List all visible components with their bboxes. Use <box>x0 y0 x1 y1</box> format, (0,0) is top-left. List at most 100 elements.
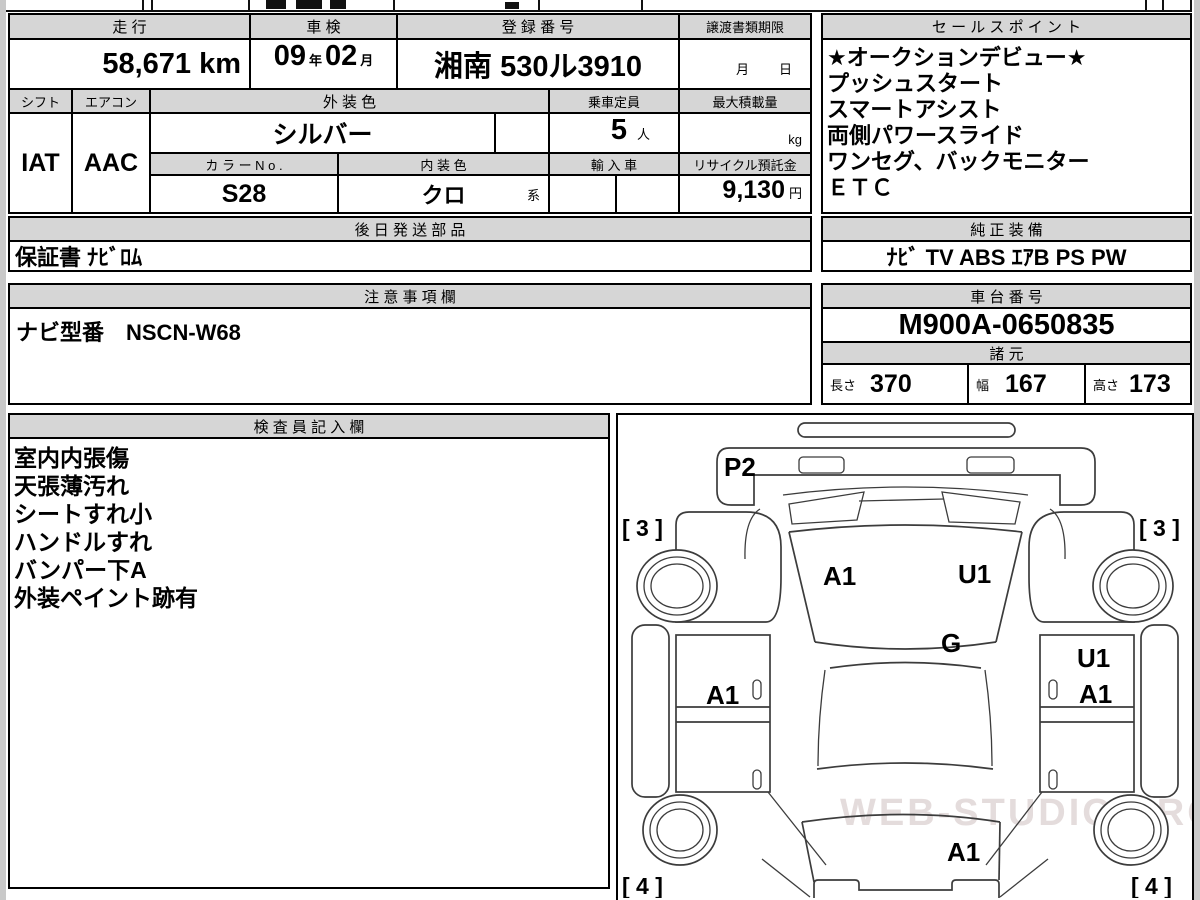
recycle-deposit-cell: 9,130 円 <box>678 174 812 214</box>
max-load-unit: kg <box>788 132 802 147</box>
spec-length-cell: 長さ 370 <box>821 363 969 405</box>
roof-front-arc <box>829 661 982 669</box>
import-header: 輸 入 車 <box>548 152 680 176</box>
recycle-deposit-unit: 円 <box>788 186 802 201</box>
interior-color-value: クロ <box>421 183 466 208</box>
rear-hatch-left-edge <box>801 821 815 883</box>
max-load-header: 最大積載量 <box>678 88 812 114</box>
right-door-handle-front <box>1048 679 1058 700</box>
right-door-handle-rear <box>1048 769 1058 790</box>
hood-left-mark: A1 <box>823 561 856 591</box>
inspector-notes-box: 室内内張傷 天張薄汚れ シートすれ小 ハンドルすれ バンパー下A 外装ペイント跡… <box>8 437 610 889</box>
recycle-deposit-header: リサイクル預託金 <box>678 152 812 176</box>
color-no-value: S28 <box>149 174 339 214</box>
sales-point: ワンセグ、バックモニター <box>827 149 1090 174</box>
shift-value: IAT <box>8 112 73 214</box>
spec-length-label: 長さ <box>830 377 857 393</box>
spec-height-label: 高さ <box>1093 377 1120 393</box>
rear-mark: A1 <box>947 837 980 867</box>
auction-sheet: 走 行 車 検 登 録 番 号 譲渡書類期限 58,671 km 09 年 02… <box>0 0 1200 900</box>
inspector-note: 室内内張傷 <box>14 445 129 471</box>
right-door-mark-upper: U1 <box>1077 643 1110 673</box>
sales-point: プッシュスタート <box>827 71 1004 96</box>
left-sill-strip <box>631 624 670 798</box>
front-bumper-mark: P2 <box>724 452 756 482</box>
wiper-right <box>941 491 1021 525</box>
recycle-deposit-value: 9,130 <box>722 176 785 204</box>
cropped-row-tick <box>151 0 153 10</box>
capacity-value: 5 <box>610 114 627 146</box>
capacity-value-cell: 5 人 <box>548 112 680 154</box>
import-value-cell-right <box>615 174 680 214</box>
interior-color-value-cell: クロ 系 <box>337 174 550 214</box>
roof-rear-arc <box>816 762 994 770</box>
front-bumper-outline <box>716 447 1096 506</box>
registration-header: 登 録 番 号 <box>396 13 680 40</box>
later-parts-header: 後 日 発 送 部 品 <box>8 216 812 242</box>
hood-right-mark: U1 <box>958 559 991 589</box>
inspection-year: 09 <box>273 40 306 72</box>
headlight-right <box>966 456 1015 474</box>
mileage-header: 走 行 <box>8 13 251 40</box>
capacity-unit: 人 <box>636 127 650 142</box>
cropped-text-fragment <box>330 0 346 9</box>
interior-color-header: 内 装 色 <box>337 152 550 176</box>
inspection-year-unit: 年 <box>308 53 322 68</box>
tire-front-left-mark: [ 3 ] <box>622 515 663 541</box>
rear-left-pillar <box>767 791 827 866</box>
inspector-note: ハンドルすれ <box>14 529 152 555</box>
genuine-equipment-value: ﾅﾋﾞ TV ABS ｴｱB PS PW <box>821 240 1192 272</box>
headlight-left <box>798 456 845 474</box>
inspection-header: 車 検 <box>249 13 398 40</box>
sales-point: 両側パワースライド <box>827 123 1024 148</box>
transfer-month-label: 月 <box>735 62 749 77</box>
inspection-month: 02 <box>325 40 358 72</box>
notes-header: 注 意 事 項 欄 <box>8 283 812 309</box>
spec-width-cell: 幅 167 <box>967 363 1086 405</box>
sales-point: ＥＴＣ <box>827 175 894 200</box>
cropped-text-fragment <box>296 0 322 9</box>
exterior-color-extra-cell <box>494 112 550 154</box>
notes-value: ナビ型番 NSCN-W68 <box>8 307 812 405</box>
rear-bumper-outline <box>813 879 1000 898</box>
left-door-handle-rear <box>752 769 762 790</box>
transfer-docs-value: 月 日 <box>678 38 812 90</box>
cowl-line <box>782 486 1029 496</box>
chassis-no-header: 車 台 番 号 <box>821 283 1192 309</box>
interior-color-unit: 系 <box>526 188 540 203</box>
cropped-row-tick <box>142 0 144 10</box>
inspector-note: 外装ペイント跡有 <box>14 585 198 611</box>
inspection-month-unit: 月 <box>360 53 374 68</box>
car-top-view-diagram: WEB-STUDIO.PRO P2 [3] [3] A1 U1 G A1… <box>622 422 1192 898</box>
damage-diagram-box: WEB-STUDIO.PRO P2 [3] [3] A1 U1 G A1… <box>616 413 1194 900</box>
inspector-notes-header: 検 査 員 記 入 欄 <box>8 413 610 439</box>
registration-value: 湘南 530ル3910 <box>396 38 680 90</box>
tire-front-right-mark: [ 3 ] <box>1139 515 1180 541</box>
hood-right-edge <box>995 531 1023 643</box>
sales-points-lines: ★オークションデビュー★ プッシュスタート スマートアシスト 両側パワースライド… <box>823 40 1093 201</box>
sales-point: ★オークションデビュー★ <box>827 45 1087 70</box>
rear-hatch-right-edge <box>998 821 1001 881</box>
rear-right-corner <box>999 858 1049 898</box>
rear-left-corner <box>761 858 811 898</box>
import-value-cell-left <box>548 174 617 214</box>
sales-points-box: ★オークションデビュー★ プッシュスタート スマートアシスト 両側パワースライド… <box>821 38 1192 214</box>
tire-rear-left-mark: [ 4 ] <box>622 873 663 898</box>
spec-height-value: 173 <box>1129 369 1171 398</box>
cropped-text-fragment <box>505 2 519 9</box>
sales-points-header: セ ー ル ス ポ イ ン ト <box>821 13 1192 40</box>
cabin-right-side <box>984 669 993 767</box>
left-door-handle-front <box>752 679 762 700</box>
cropped-row-tick <box>538 0 540 10</box>
cowl-mark: G <box>941 628 961 658</box>
later-parts-value: 保証書 ﾅﾋﾞﾛﾑ <box>8 240 812 272</box>
exterior-color-value: シルバー <box>149 112 496 154</box>
inspector-note: シートすれ小 <box>14 501 152 527</box>
right-door-mark-lower: A1 <box>1079 679 1112 709</box>
color-no-header: カ ラ ー N o . <box>149 152 339 176</box>
transfer-docs-header: 譲渡書類期限 <box>678 13 812 40</box>
cowl-center-line <box>858 498 945 502</box>
specs-header: 諸 元 <box>821 341 1192 365</box>
inspector-note: バンパー下A <box>14 557 147 583</box>
cropped-row-divider <box>6 10 1192 12</box>
